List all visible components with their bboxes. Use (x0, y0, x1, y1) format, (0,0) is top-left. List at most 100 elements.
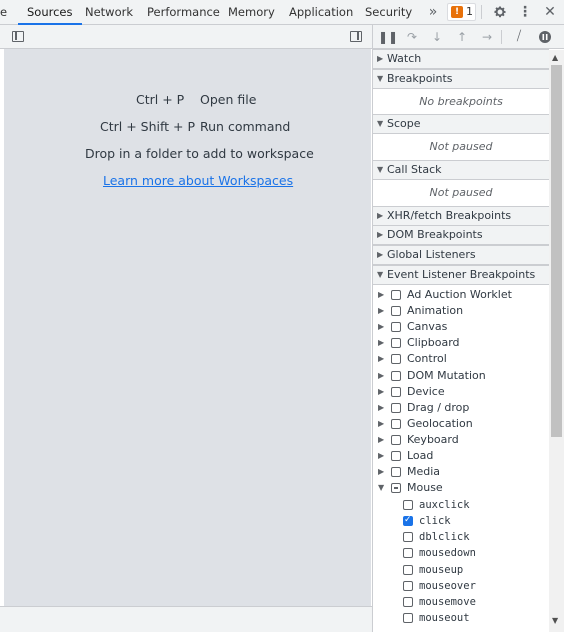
category-checkbox[interactable] (391, 338, 401, 349)
event-checkbox[interactable] (403, 532, 413, 543)
category-checkbox[interactable] (391, 290, 401, 300)
event-checkbox[interactable] (403, 597, 413, 607)
section-event-listener-breakpoints[interactable]: ▼ Event Listener Breakpoints (373, 265, 549, 285)
elb-category-geolocation[interactable]: ▶ Geolocation (373, 416, 549, 432)
issues-count: 1 (466, 5, 473, 18)
event-checkbox[interactable] (403, 548, 413, 559)
mouse-event-mousedown[interactable]: mousedown (373, 545, 549, 561)
pause-on-exceptions-icon[interactable] (536, 28, 554, 46)
mouse-event-mousemove[interactable]: mousemove (373, 594, 549, 610)
tab-sources[interactable]: Sources (18, 0, 82, 25)
mouse-event-mouseout[interactable]: mouseout (373, 610, 549, 626)
elb-category-animation[interactable]: ▶ Animation (373, 303, 549, 319)
elb-category-dom-mutation[interactable]: ▶ DOM Mutation (373, 368, 549, 384)
category-checkbox[interactable] (391, 386, 401, 397)
scrollbar-thumb[interactable] (551, 65, 562, 437)
category-label: Device (407, 384, 445, 398)
section-call-stack[interactable]: ▼ Call Stack (373, 160, 549, 180)
tab-performance[interactable]: Performance (147, 0, 220, 24)
elb-category-clipboard[interactable]: ▶ Clipboard (373, 335, 549, 351)
category-checkbox[interactable] (391, 483, 401, 494)
category-checkbox[interactable] (391, 418, 401, 429)
category-label: Load (407, 449, 434, 462)
elb-category-control[interactable]: ▶ Control (373, 351, 549, 367)
debugger-sidebar: ❚❚ ↷ ↓ ↑ → ⧸ ▶ Watch ▼ Breakpoints No br… (372, 25, 564, 632)
collapsed-arrow-icon: ▶ (377, 211, 384, 220)
tab-network[interactable]: Network (85, 0, 133, 24)
gear-icon[interactable] (491, 3, 509, 21)
scroll-up-icon[interactable]: ▲ (552, 53, 558, 62)
scope-empty-text: Not paused (429, 140, 493, 153)
mouse-event-auxclick[interactable]: auxclick (373, 497, 549, 513)
close-icon[interactable]: ✕ (541, 3, 559, 21)
category-label: Canvas (407, 320, 448, 334)
more-tabs-button[interactable]: » (426, 3, 440, 21)
section-scope[interactable]: ▼ Scope (373, 114, 549, 134)
step-into-icon[interactable]: ↓ (428, 28, 446, 46)
event-checkbox[interactable] (403, 580, 413, 591)
mouse-event-mouseover[interactable]: mouseover (373, 578, 549, 594)
issues-counter-button[interactable]: ! 1 (447, 3, 476, 21)
call-stack-empty-text: Not paused (429, 186, 493, 199)
collapsed-arrow-icon[interactable]: ▶ (378, 351, 384, 367)
tab-application[interactable]: Application (289, 0, 353, 24)
category-label: Media (407, 465, 441, 479)
mouse-event-dblclick[interactable]: dblclick (373, 529, 549, 545)
section-xhr-breakpoints[interactable]: ▶ XHR/fetch Breakpoints (373, 206, 549, 226)
category-checkbox[interactable] (391, 306, 401, 317)
collapsed-arrow-icon[interactable]: ▶ (378, 287, 384, 303)
collapsed-arrow-icon[interactable]: ▶ (378, 416, 384, 432)
elb-category-ad-auction-worklet[interactable]: ▶ Ad Auction Worklet (373, 287, 549, 303)
category-checkbox[interactable] (391, 434, 401, 445)
show-navigator-icon[interactable] (12, 31, 24, 42)
learn-more-workspaces-link[interactable]: Learn more about Workspaces (103, 173, 293, 188)
event-checkbox[interactable] (403, 564, 413, 575)
section-breakpoints[interactable]: ▼ Breakpoints (373, 69, 549, 89)
elb-category-device[interactable]: ▶ Device (373, 384, 549, 400)
collapsed-arrow-icon[interactable]: ▶ (378, 384, 384, 400)
collapsed-arrow-icon[interactable]: ▶ (378, 368, 384, 384)
elb-category-load[interactable]: ▶ Load (373, 448, 549, 464)
category-checkbox[interactable] (391, 322, 401, 333)
elb-category-media[interactable]: ▶ Media (373, 464, 549, 480)
elb-category-keyboard[interactable]: ▶ Keyboard (373, 432, 549, 448)
mouse-event-click[interactable]: click (373, 513, 549, 529)
section-watch[interactable]: ▶ Watch (373, 49, 549, 69)
category-checkbox[interactable] (391, 354, 401, 365)
collapsed-arrow-icon[interactable]: ▶ (378, 319, 384, 335)
section-global-listeners[interactable]: ▶ Global Listeners (373, 245, 549, 265)
tab-memory[interactable]: Memory (228, 0, 275, 24)
elb-category-drag-drop[interactable]: ▶ Drag / drop (373, 400, 549, 416)
tab-security[interactable]: Security (365, 0, 412, 24)
collapsed-arrow-icon[interactable]: ▶ (378, 335, 384, 351)
collapsed-arrow-icon[interactable]: ▶ (378, 400, 384, 416)
step-out-icon[interactable]: ↑ (453, 28, 471, 46)
elb-category-canvas[interactable]: ▶ Canvas (373, 319, 549, 335)
event-checkbox[interactable] (403, 613, 413, 624)
collapsed-arrow-icon[interactable]: ▶ (378, 448, 384, 464)
section-dom-breakpoints[interactable]: ▶ DOM Breakpoints (373, 225, 549, 245)
collapsed-arrow-icon[interactable]: ▶ (378, 464, 384, 480)
pause-icon[interactable]: ❚❚ (378, 28, 398, 46)
tab-elements-partial[interactable]: e (0, 0, 7, 24)
sidebar-scrollbar[interactable]: ▲ ▼ (549, 50, 564, 632)
event-checkbox[interactable] (403, 514, 413, 526)
category-checkbox[interactable] (391, 370, 401, 381)
shortcut-keys-run-command: Ctrl + Shift + P (100, 119, 196, 134)
event-checkbox[interactable] (403, 499, 413, 510)
expanded-arrow-icon[interactable]: ▼ (378, 480, 384, 496)
show-debugger-icon[interactable] (350, 31, 362, 42)
collapsed-arrow-icon[interactable]: ▶ (378, 432, 384, 448)
step-over-icon[interactable]: ↷ (403, 28, 421, 46)
category-checkbox[interactable] (391, 402, 401, 413)
category-checkbox[interactable] (391, 451, 401, 461)
deactivate-breakpoints-icon[interactable]: ⧸ (510, 28, 528, 46)
kebab-menu-icon[interactable]: ⋮ (516, 3, 534, 21)
scroll-down-icon[interactable]: ▼ (552, 616, 558, 625)
elb-category-mouse[interactable]: ▼ Mouse (373, 480, 549, 496)
mouse-event-mouseup[interactable]: mouseup (373, 562, 549, 578)
category-checkbox[interactable] (391, 467, 401, 478)
collapsed-arrow-icon[interactable]: ▶ (378, 303, 384, 319)
step-icon[interactable]: → (478, 28, 496, 46)
category-label: Drag / drop (407, 400, 470, 414)
